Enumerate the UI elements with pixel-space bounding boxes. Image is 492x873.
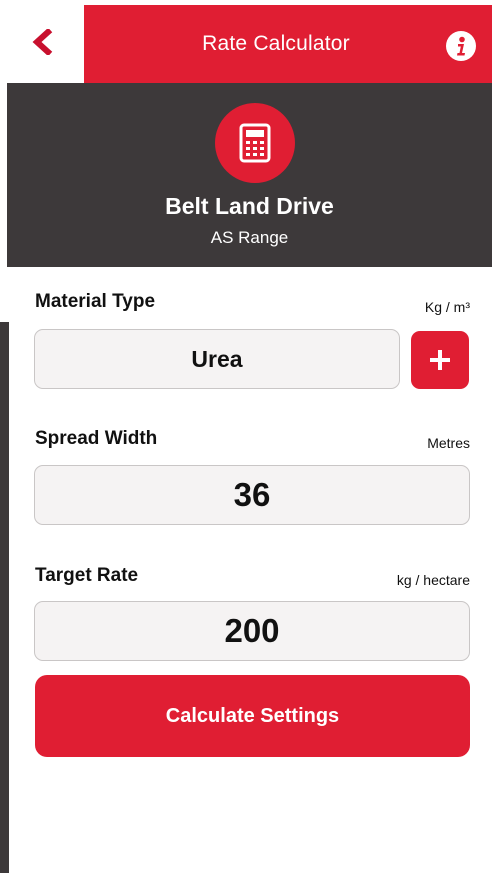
spread-width-unit-label: Metres (427, 435, 470, 451)
calculate-settings-button[interactable]: Calculate Settings (35, 675, 470, 757)
spread-width-value: 36 (233, 476, 271, 513)
material-type-value: Urea (191, 345, 243, 372)
spread-width-label: Spread Width (35, 428, 158, 449)
plus-icon (430, 350, 450, 370)
product-header: Belt Land Drive AS Range (7, 83, 492, 267)
info-icon (457, 36, 465, 56)
calculate-settings-label: Calculate Settings (165, 704, 340, 727)
spread-width-field[interactable]: 36 (34, 465, 470, 525)
target-rate-label: Target Rate (35, 565, 139, 586)
page-title: Rate Calculator (202, 32, 350, 55)
calculator-icon (239, 123, 271, 163)
target-rate-field[interactable]: 200 (34, 601, 470, 661)
back-button[interactable] (0, 0, 84, 84)
chevron-left-icon (32, 29, 53, 55)
material-type-field[interactable]: Urea (34, 329, 400, 389)
info-button[interactable] (446, 31, 476, 61)
target-rate-value: 200 (224, 612, 280, 649)
calculator-badge (215, 103, 295, 183)
side-rail (0, 322, 9, 873)
material-type-label: Material Type (35, 291, 156, 312)
add-material-button[interactable] (411, 331, 469, 389)
product-name: Belt Land Drive (165, 193, 334, 219)
product-range: AS Range (210, 228, 289, 247)
title-bar: Rate Calculator (84, 5, 492, 83)
rate-calculator-screen: Rate Calculator Belt Land Drive AS Range (0, 0, 492, 873)
material-unit-label: Kg / m³ (424, 299, 470, 315)
target-rate-unit-label: kg / hectare (396, 572, 470, 588)
